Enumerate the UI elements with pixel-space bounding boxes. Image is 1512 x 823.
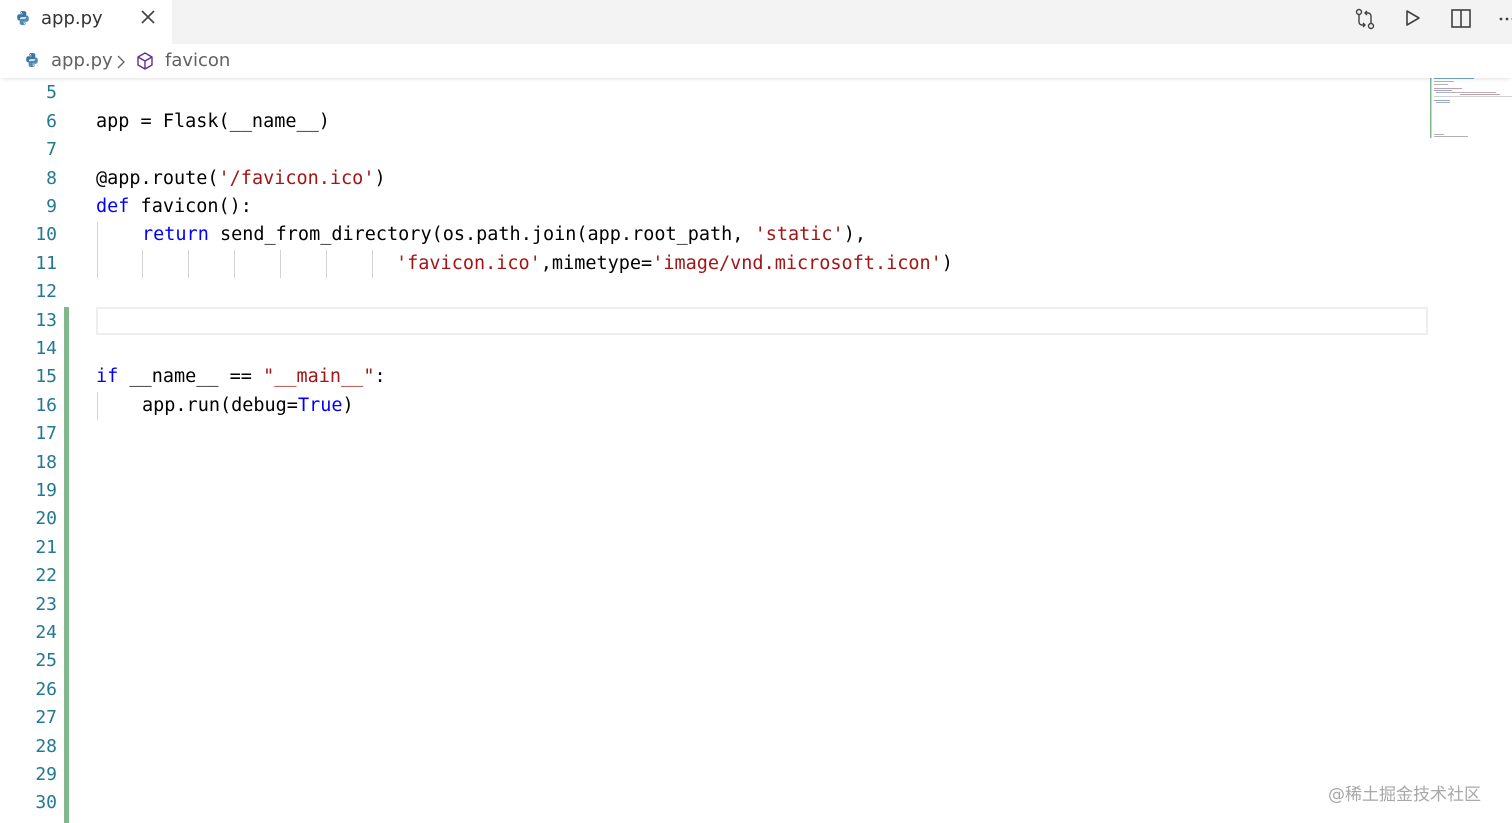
line-number: 8: [46, 168, 57, 189]
line-number: 25: [35, 650, 57, 671]
line-number: 10: [35, 224, 57, 245]
line-number: 19: [35, 480, 57, 501]
line-number: 23: [35, 594, 57, 615]
code-editor[interactable]: 5 6 7 8 9 10 11 12 13 14 15 16 17 18 19 …: [0, 78, 1512, 823]
code-text: app = Flask(__name__): [96, 111, 330, 132]
watermark: @稀土掘金技术社区: [1328, 785, 1481, 805]
line-number: 12: [35, 281, 57, 302]
line-number: 21: [35, 537, 57, 558]
line-number: 15: [35, 366, 57, 387]
current-line-highlight: [96, 307, 1428, 335]
symbol-method-icon: [137, 52, 153, 70]
code-line-11: 'favicon.ico',mimetype='image/vnd.micros…: [396, 250, 953, 278]
code-keyword: True: [297, 395, 343, 416]
indent-guide: [97, 392, 98, 420]
line-number: 18: [35, 452, 57, 473]
code-line-6: app = Flask(__name__): [96, 108, 330, 136]
line-number: 17: [35, 423, 57, 444]
code-string: 'static': [754, 224, 844, 245]
breadcrumb-file[interactable]: app.py: [51, 50, 113, 71]
line-number: 6: [46, 111, 57, 132]
close-icon[interactable]: [138, 7, 158, 27]
line-number: 29: [35, 764, 57, 785]
code-text: send_from_directory(os.path.join(app.roo…: [208, 224, 755, 245]
code-keyword: if: [96, 366, 119, 387]
indent-guide: [142, 250, 143, 278]
code-line-16: app.run(debug=True): [142, 392, 354, 420]
indent-guide: [280, 250, 281, 278]
code-text: favicon():: [129, 196, 252, 217]
code-text: ): [342, 395, 354, 416]
line-number: 28: [35, 736, 57, 757]
line-number: 7: [46, 139, 57, 160]
python-icon: [26, 53, 38, 67]
minimap[interactable]: [1430, 78, 1512, 148]
line-number: 24: [35, 622, 57, 643]
code-text: ): [374, 168, 386, 189]
line-number: 22: [35, 565, 57, 586]
code-text: app.run(debug=: [142, 395, 298, 416]
ellipsis-icon[interactable]: [1494, 6, 1512, 32]
line-number: 27: [35, 707, 57, 728]
code-line-8: @app.route('/favicon.ico'): [96, 165, 386, 193]
code-keyword: def: [96, 196, 130, 217]
editor-tab-bar: app.py: [0, 0, 1512, 44]
code-keyword: return: [142, 224, 209, 245]
line-number: 14: [35, 338, 57, 359]
line-number: 16: [35, 395, 57, 416]
indent-guide: [372, 250, 373, 278]
indent-guide: [188, 250, 189, 278]
tab-label: app.py: [41, 8, 103, 29]
code-string: 'favicon.ico': [396, 253, 541, 274]
indent-guide: [97, 222, 98, 278]
chevron-right-icon: [117, 55, 125, 69]
indent-guide: [234, 250, 235, 278]
code-string: 'image/vnd.microsoft.icon': [652, 253, 942, 274]
line-number: 20: [35, 508, 57, 529]
line-number: 30: [35, 792, 57, 813]
code-text: __name__ ==: [118, 366, 264, 387]
gutter-modified-indicator: [64, 307, 69, 823]
breadcrumb-symbol[interactable]: favicon: [165, 50, 230, 71]
code-text: @app.route(: [96, 168, 219, 189]
code-line-10: return send_from_directory(os.path.join(…: [142, 221, 866, 249]
indent-guide: [326, 250, 327, 278]
line-number: 9: [46, 196, 57, 217]
code-text: ,mimetype=: [540, 253, 653, 274]
tab-app-py[interactable]: app.py: [0, 0, 172, 44]
code-text: :: [374, 366, 386, 387]
line-number: 5: [46, 82, 57, 103]
code-text: ): [941, 253, 953, 274]
code-line-15: if __name__ == "__main__":: [96, 363, 386, 391]
code-string: '/favicon.ico': [218, 168, 375, 189]
code-text: ),: [843, 224, 866, 245]
python-icon: [17, 11, 29, 25]
code-string: "__main__": [263, 366, 375, 387]
play-icon[interactable]: [1400, 6, 1426, 32]
split-editor-icon[interactable]: [1448, 6, 1474, 32]
git-compare-icon[interactable]: [1352, 6, 1378, 32]
line-number: 11: [35, 253, 57, 274]
code-line-9: def favicon():: [96, 193, 252, 221]
breadcrumb: app.py favicon: [0, 44, 1512, 78]
line-number: 13: [35, 310, 57, 331]
line-number: 26: [35, 679, 57, 700]
